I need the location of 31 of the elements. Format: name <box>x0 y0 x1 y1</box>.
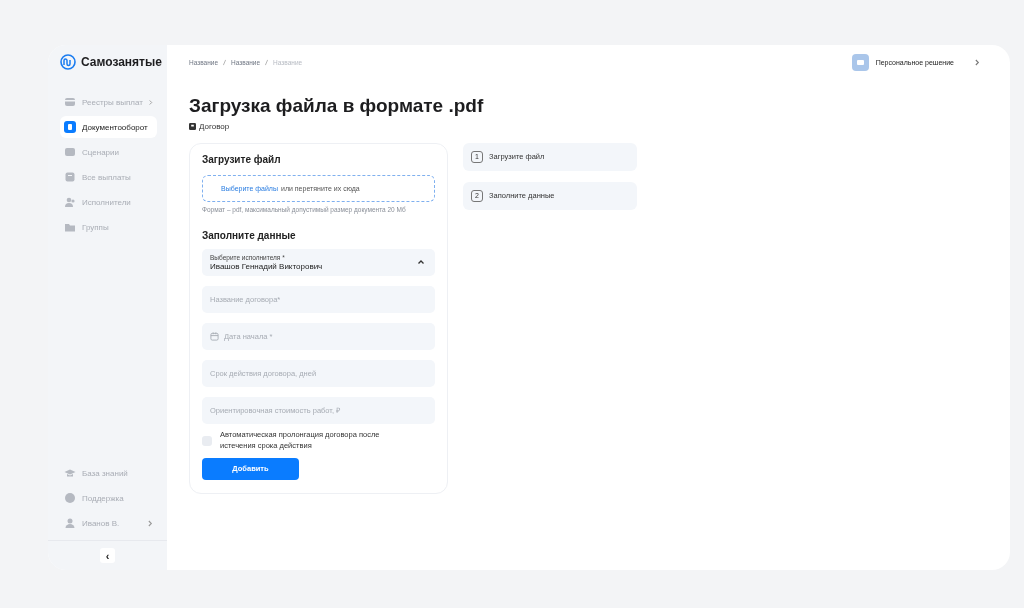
sidebar-item[interactable]: Группы <box>60 216 157 238</box>
sidebar-item[interactable]: База знаний <box>60 462 157 484</box>
chevron-icon <box>148 98 153 106</box>
document-type: Договор <box>199 121 230 131</box>
slash-icon <box>223 58 227 66</box>
sidebar-item[interactable]: Документооборот <box>60 116 157 138</box>
graduation-cap-icon <box>64 467 76 479</box>
brand-name: Самозанятые <box>81 55 162 69</box>
section-heading: Загрузите файл <box>202 153 282 165</box>
section-heading: Заполните данные <box>202 229 297 241</box>
logo-icon <box>60 54 76 70</box>
page-title: Загрузка файла в формате .pdf <box>189 95 485 118</box>
collapse-button[interactable]: ‹ <box>100 548 115 563</box>
people-icon <box>64 196 76 208</box>
account-avatar[interactable] <box>851 54 869 71</box>
document-icon <box>189 122 196 130</box>
document-icon <box>64 121 76 133</box>
slash-icon <box>265 58 269 66</box>
chevron-icon <box>148 519 153 527</box>
card-icon <box>64 96 76 108</box>
sidebar-item[interactable]: Все выплаты <box>60 166 157 188</box>
sidebar-item[interactable]: Сценарии <box>60 141 157 163</box>
sidebar-item[interactable]: Поддержка <box>60 487 157 509</box>
sidebar-item[interactable]: Реестры выплат <box>60 91 157 113</box>
folder-icon <box>64 221 76 233</box>
document-icon <box>64 171 76 183</box>
person-icon <box>64 517 76 529</box>
chevron-icon[interactable] <box>975 59 980 66</box>
sidebar-item[interactable]: Исполнители <box>60 191 157 213</box>
field-value: Ивашов Геннадий Викторович <box>210 261 323 271</box>
calendar-icon <box>210 331 219 341</box>
